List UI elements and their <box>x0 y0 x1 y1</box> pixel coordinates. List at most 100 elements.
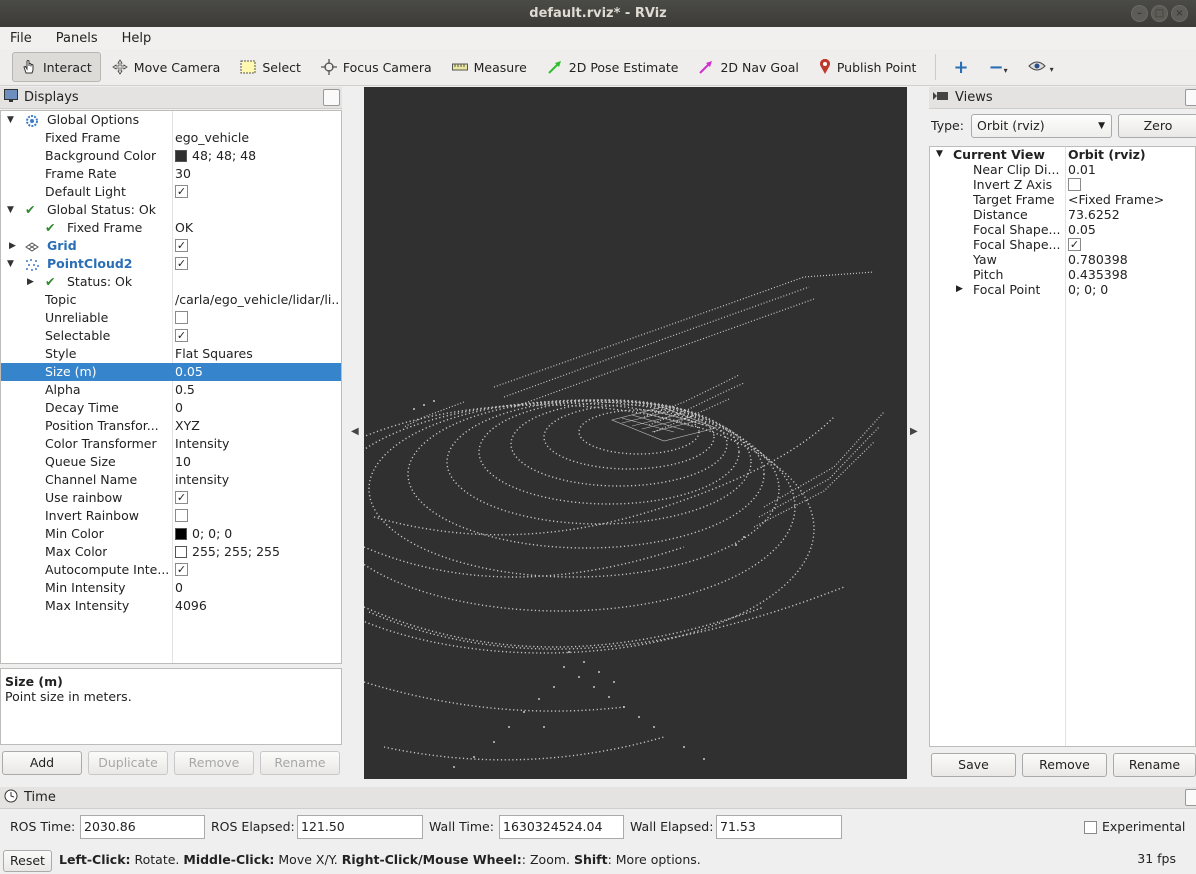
collapse-left-panel-icon[interactable]: ◀ <box>351 426 359 437</box>
display-row-status-fixed-frame[interactable]: ✔ Fixed Frame OK <box>1 219 341 237</box>
row-value[interactable]: intensity <box>175 471 339 489</box>
display-row-autocompute-intensity[interactable]: Autocompute Inte... ✓ <box>1 561 341 579</box>
view-row-near-clip[interactable]: Near Clip Di... 0.01 <box>930 162 1195 177</box>
remove-view-button[interactable]: Remove <box>1022 753 1107 777</box>
collapse-arrow-icon[interactable]: ▶ <box>9 237 16 255</box>
row-value[interactable]: 0.05 <box>1068 222 1096 237</box>
tool-properties-button[interactable]: ▾ <box>1019 52 1063 82</box>
select-tool-button[interactable]: Select <box>231 52 310 82</box>
view-row-pitch[interactable]: Pitch 0.435398 <box>930 267 1195 282</box>
display-row-color-transformer[interactable]: Color Transformer Intensity <box>1 435 341 453</box>
nav-goal-tool-button[interactable]: 2D Nav Goal <box>689 52 807 82</box>
measure-tool-button[interactable]: Measure <box>443 52 536 82</box>
view-row-focal-shape-fixed[interactable]: Focal Shape... ✓ <box>930 237 1195 252</box>
display-row-channel-name[interactable]: Channel Name intensity <box>1 471 341 489</box>
display-row-size[interactable]: Size (m) 0.05 <box>1 363 341 381</box>
experimental-checkbox[interactable] <box>1084 821 1097 834</box>
invert-z-checkbox[interactable] <box>1068 178 1081 191</box>
float-views-panel-button[interactable] <box>1185 89 1196 106</box>
float-panel-button[interactable] <box>323 89 340 106</box>
display-row-global-status[interactable]: ▼ ✔ Global Status: Ok <box>1 201 341 219</box>
display-row-use-rainbow[interactable]: Use rainbow ✓ <box>1 489 341 507</box>
use-rainbow-checkbox[interactable]: ✓ <box>175 491 188 504</box>
menu-help[interactable]: Help <box>118 31 156 46</box>
row-value[interactable]: 0 <box>175 399 339 417</box>
view-row-focal-point[interactable]: ▶ Focal Point 0; 0; 0 <box>930 282 1195 297</box>
row-value[interactable]: 0.01 <box>1068 162 1096 177</box>
view-row-target-frame[interactable]: Target Frame <Fixed Frame> <box>930 192 1195 207</box>
display-row-topic[interactable]: Topic /carla/ego_vehicle/lidar/li... <box>1 291 341 309</box>
row-value[interactable]: 0 <box>175 579 339 597</box>
view-row-distance[interactable]: Distance 73.6252 <box>930 207 1195 222</box>
reset-button[interactable]: Reset <box>3 850 52 872</box>
expand-arrow-icon[interactable]: ▼ <box>7 111 14 129</box>
display-row-decay-time[interactable]: Decay Time 0 <box>1 399 341 417</box>
wall-elapsed-field[interactable]: 71.53 <box>716 815 842 839</box>
pose-estimate-tool-button[interactable]: 2D Pose Estimate <box>538 52 688 82</box>
row-value[interactable]: Flat Squares <box>175 345 339 363</box>
autocompute-checkbox[interactable]: ✓ <box>175 563 188 576</box>
row-value[interactable]: 0.5 <box>175 381 339 399</box>
view-row-invert-z[interactable]: Invert Z Axis <box>930 177 1195 192</box>
display-row-pointcloud-status[interactable]: ▶ ✔ Status: Ok <box>1 273 341 291</box>
wall-time-field[interactable]: 1630324524.04 <box>499 815 624 839</box>
focal-shape-fixed-checkbox[interactable]: ✓ <box>1068 238 1081 251</box>
pointcloud-enabled-checkbox[interactable]: ✓ <box>175 257 188 270</box>
ros-time-field[interactable]: 2030.86 <box>80 815 205 839</box>
zero-view-button[interactable]: Zero <box>1118 114 1196 138</box>
row-value[interactable]: 0.435398 <box>1068 267 1128 282</box>
float-time-panel-button[interactable] <box>1185 789 1196 806</box>
display-row-min-intensity[interactable]: Min Intensity 0 <box>1 579 341 597</box>
collapse-arrow-icon[interactable]: ▶ <box>27 273 34 291</box>
add-tool-button[interactable]: + <box>944 52 977 82</box>
display-row-frame-rate[interactable]: Frame Rate 30 <box>1 165 341 183</box>
display-row-background-color[interactable]: Background Color 48; 48; 48 <box>1 147 341 165</box>
save-view-button[interactable]: Save <box>931 753 1016 777</box>
selectable-checkbox[interactable]: ✓ <box>175 329 188 342</box>
row-value[interactable]: 0.780398 <box>1068 252 1128 267</box>
row-value[interactable]: 4096 <box>175 597 339 615</box>
remove-display-button[interactable]: Remove <box>174 751 254 775</box>
grid-enabled-checkbox[interactable]: ✓ <box>175 239 188 252</box>
invert-rainbow-checkbox[interactable] <box>175 509 188 522</box>
collapse-right-panel-icon[interactable]: ▶ <box>910 426 918 437</box>
view-type-select[interactable]: Orbit (rviz) ▼ <box>971 114 1112 138</box>
display-row-style[interactable]: Style Flat Squares <box>1 345 341 363</box>
display-row-min-color[interactable]: Min Color 0; 0; 0 <box>1 525 341 543</box>
rename-display-button[interactable]: Rename <box>260 751 340 775</box>
collapse-arrow-icon[interactable]: ▶ <box>956 282 963 297</box>
move-camera-tool-button[interactable]: Move Camera <box>103 52 230 82</box>
display-row-default-light[interactable]: Default Light ✓ <box>1 183 341 201</box>
row-value[interactable]: ego_vehicle <box>175 129 339 147</box>
expand-arrow-icon[interactable]: ▼ <box>7 255 14 273</box>
view-row-yaw[interactable]: Yaw 0.780398 <box>930 252 1195 267</box>
view-row-focal-shape-size[interactable]: Focal Shape... 0.05 <box>930 222 1195 237</box>
row-value[interactable]: <Fixed Frame> <box>1068 192 1164 207</box>
expand-arrow-icon[interactable]: ▼ <box>7 201 14 219</box>
rename-view-button[interactable]: Rename <box>1113 753 1196 777</box>
display-row-max-color[interactable]: Max Color 255; 255; 255 <box>1 543 341 561</box>
expand-arrow-icon[interactable]: ▼ <box>936 147 943 162</box>
3d-viewport[interactable] <box>273 87 907 779</box>
display-row-max-intensity[interactable]: Max Intensity 4096 <box>1 597 341 615</box>
row-value[interactable]: 0.05 <box>175 363 339 381</box>
row-value[interactable]: 10 <box>175 453 339 471</box>
row-value[interactable]: 48; 48; 48 <box>175 147 339 165</box>
maximize-icon[interactable]: □ <box>1151 5 1168 22</box>
add-display-button[interactable]: Add <box>2 751 82 775</box>
display-row-fixed-frame[interactable]: Fixed Frame ego_vehicle <box>1 129 341 147</box>
row-value[interactable]: Intensity <box>175 435 339 453</box>
display-row-alpha[interactable]: Alpha 0.5 <box>1 381 341 399</box>
minimize-icon[interactable]: – <box>1131 5 1148 22</box>
display-row-global-options[interactable]: ▼ Global Options <box>1 111 341 129</box>
row-value[interactable]: 30 <box>175 165 339 183</box>
row-value[interactable]: 73.6252 <box>1068 207 1120 222</box>
row-value[interactable]: 0; 0; 0 <box>1068 282 1108 297</box>
display-row-position-transformer[interactable]: Position Transfor... XYZ <box>1 417 341 435</box>
interact-tool-button[interactable]: Interact <box>12 52 101 82</box>
focus-camera-tool-button[interactable]: Focus Camera <box>312 52 441 82</box>
display-row-pointcloud2[interactable]: ▼ PointCloud2 ✓ <box>1 255 341 273</box>
menu-panels[interactable]: Panels <box>52 31 102 46</box>
duplicate-display-button[interactable]: Duplicate <box>88 751 168 775</box>
display-row-selectable[interactable]: Selectable ✓ <box>1 327 341 345</box>
